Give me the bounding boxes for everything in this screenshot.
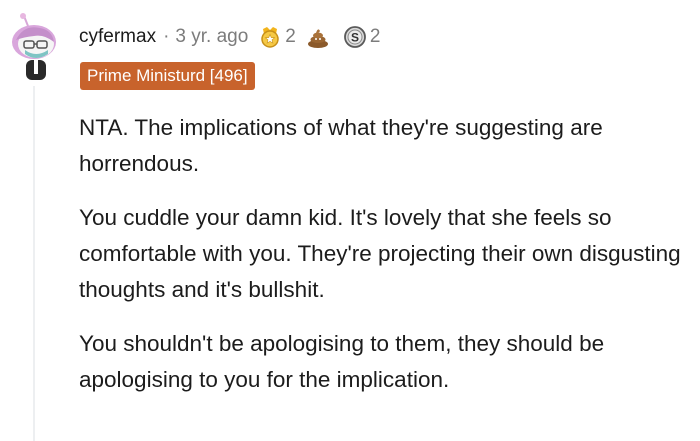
comment-paragraph: You shouldn't be apologising to them, th… xyxy=(79,331,605,392)
comment-paragraph: NTA. The implications of what they're su… xyxy=(79,115,603,176)
author-name[interactable]: cyfermax xyxy=(79,26,156,48)
svg-text:S: S xyxy=(351,31,359,45)
comment-paragraph: You cuddle your damn kid. It's lovely th… xyxy=(79,205,681,302)
thread-line[interactable] xyxy=(33,86,35,441)
award-poop[interactable] xyxy=(306,25,333,49)
award-gold-count: 2 xyxy=(285,26,296,47)
separator-dot: · xyxy=(163,26,170,47)
award-gold[interactable]: 2 xyxy=(258,25,296,49)
avatar[interactable] xyxy=(6,12,62,82)
award-silver-count: 2 xyxy=(369,26,381,47)
gold-medal-icon xyxy=(261,27,280,48)
user-flair: Prime Ministurd [496] xyxy=(80,62,255,90)
comment-body: NTA. The implications of what they're su… xyxy=(79,110,699,416)
comment-header: cyfermax · 3 yr. ago 2 S 2 xyxy=(79,22,380,52)
award-silver[interactable]: S 2 xyxy=(343,25,381,49)
snoo-avatar-icon xyxy=(12,13,56,80)
poop-icon xyxy=(307,29,328,48)
comment: cyfermax · 3 yr. ago 2 S 2 Prime Ministu… xyxy=(0,0,700,441)
timestamp[interactable]: 3 yr. ago xyxy=(175,26,248,48)
silver-coin-icon: S xyxy=(343,26,366,48)
